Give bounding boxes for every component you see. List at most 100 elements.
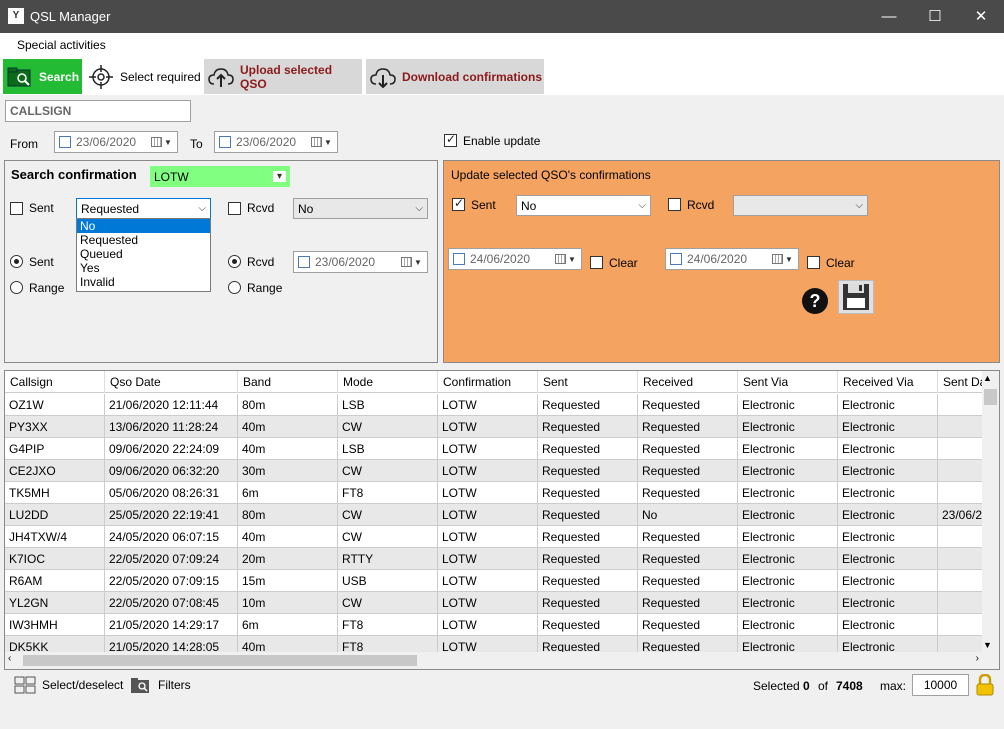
search-rcvd-range-label: Range (247, 281, 283, 295)
dropdown-option-no[interactable]: No (77, 219, 210, 233)
crosshair-icon (88, 64, 114, 90)
table-row[interactable]: PY3XX 13/06/2020 11:28:24 40m CW LOTW Request… (5, 416, 983, 438)
minimize-button[interactable]: — (866, 0, 912, 33)
column-header[interactable]: Band (238, 371, 338, 393)
filters-button[interactable]: Filters (130, 676, 191, 694)
scroll-right-icon[interactable]: › (976, 653, 979, 664)
upload-selected-qso-button[interactable]: Upload selected QSO (204, 59, 362, 94)
search-rcvd-date-checkbox[interactable] (298, 256, 310, 268)
update-date-1-picker[interactable]: 24/06/2020 ▼ (448, 248, 582, 270)
column-header[interactable]: Qso Date (105, 371, 238, 393)
to-label: To (190, 137, 203, 151)
clear-date-2-label: Clear (826, 256, 855, 270)
chevron-down-icon: ⌵ (415, 203, 423, 214)
search-rcvd-date-picker[interactable]: 23/06/2020 ▼ (293, 251, 428, 273)
search-sent-checkbox[interactable] (10, 202, 23, 215)
dropdown-option-yes[interactable]: Yes (77, 261, 210, 275)
from-date-checkbox[interactable] (59, 136, 71, 148)
update-date-2-checkbox[interactable] (670, 253, 682, 265)
table-row[interactable]: JH4TXW/4 24/05/2020 06:07:15 40m CW LOTW Requ… (5, 526, 983, 548)
table-cell: OZ1W (5, 394, 105, 416)
search-sent-radio[interactable] (10, 255, 23, 268)
search-sent-select[interactable]: Requested ⌵ (76, 198, 211, 219)
vertical-scroll-thumb[interactable] (984, 389, 997, 405)
maximize-button[interactable]: ☐ (912, 0, 958, 33)
table-row[interactable]: LU2DD 25/05/2020 22:19:41 80m CW LOTW Request… (5, 504, 983, 526)
save-button[interactable] (838, 280, 874, 314)
chevron-down-icon: ⌵ (855, 200, 863, 211)
to-date-picker[interactable]: 23/06/2020 ▼ (214, 131, 338, 153)
search-sent-range-radio[interactable] (10, 281, 23, 294)
max-results-input[interactable]: 10000 (912, 674, 969, 696)
update-rcvd-checkbox[interactable] (668, 198, 681, 211)
table-row[interactable]: CE2JXO 09/06/2020 06:32:20 30m CW LOTW Reques… (5, 460, 983, 482)
enable-update-checkbox[interactable] (444, 132, 457, 147)
search-rcvd-range-radio[interactable] (228, 281, 241, 294)
column-header[interactable]: Sent Via (738, 371, 838, 393)
chevron-down-icon: ▼ (568, 254, 576, 264)
update-date-1-checkbox[interactable] (453, 253, 465, 265)
close-button[interactable]: ✕ (958, 0, 1004, 33)
vertical-scrollbar[interactable]: ▲ ▼ (982, 371, 999, 652)
of-label: of (818, 679, 829, 693)
column-header[interactable]: Confirmation (438, 371, 538, 393)
table-row[interactable]: K7IOC 22/05/2020 07:09:24 20m RTTY LOTW Reque… (5, 548, 983, 570)
menu-special-activities[interactable]: Special activities (17, 38, 106, 52)
table-cell: 22/05/2020 07:08:45 (105, 592, 238, 614)
horizontal-scrollbar[interactable]: ‹ › (5, 652, 999, 669)
select-deselect-button[interactable]: Select/deselect (14, 676, 123, 694)
table-cell: LOTW (438, 460, 538, 482)
search-button-label: Search (39, 69, 80, 84)
table-cell: LU2DD (5, 504, 105, 526)
confirmation-type-select[interactable]: LOTW ▾ (150, 166, 290, 187)
calendar-icon (311, 137, 322, 147)
column-header[interactable]: Received (638, 371, 738, 393)
column-header[interactable]: Mode (338, 371, 438, 393)
table-cell: 25/05/2020 22:19:41 (105, 504, 238, 526)
table-cell: LOTW (438, 438, 538, 460)
table-cell: FT8 (338, 482, 438, 504)
table-row[interactable]: G4PIP 09/06/2020 22:24:09 40m LSB LOTW Reques… (5, 438, 983, 460)
column-header[interactable]: Received Via (838, 371, 938, 393)
column-header[interactable]: Callsign (5, 371, 105, 393)
to-date-checkbox[interactable] (219, 136, 231, 148)
clear-date-2-checkbox[interactable] (807, 256, 820, 269)
table-cell: 15m (238, 570, 338, 592)
from-date-picker[interactable]: 23/06/2020 ▼ (54, 131, 178, 153)
callsign-input[interactable]: CALLSIGN (5, 100, 191, 122)
dropdown-option-invalid[interactable]: Invalid (77, 275, 210, 289)
lock-icon[interactable] (976, 673, 994, 699)
update-rcvd-label: Rcvd (687, 198, 715, 212)
table-cell: TK5MH (5, 482, 105, 504)
select-required-button[interactable]: Select required (84, 59, 202, 94)
table-row[interactable]: IW3HMH 21/05/2020 14:29:17 6m FT8 LOTW Reques… (5, 614, 983, 636)
confirmation-type-value: LOTW (154, 169, 189, 184)
table-row[interactable]: R6AM 22/05/2020 07:09:15 15m USB LOTW Request… (5, 570, 983, 592)
search-rcvd-radio[interactable] (228, 255, 241, 268)
search-rcvd-checkbox[interactable] (228, 202, 241, 215)
scroll-down-icon[interactable]: ▼ (983, 640, 992, 650)
table-row[interactable]: TK5MH 05/06/2020 08:26:31 6m FT8 LOTW Request… (5, 482, 983, 504)
column-header[interactable]: Sent (538, 371, 638, 393)
table-cell: Electronic (738, 614, 838, 636)
horizontal-scroll-thumb[interactable] (23, 655, 417, 666)
update-sent-select[interactable]: No ⌵ (516, 195, 651, 216)
scroll-left-icon[interactable]: ‹ (8, 653, 11, 664)
clear-date-1-checkbox[interactable] (590, 256, 603, 269)
update-sent-checkbox[interactable] (452, 196, 465, 211)
scroll-up-icon[interactable]: ▲ (983, 373, 992, 383)
help-icon[interactable]: ? (802, 288, 828, 314)
table-cell: Electronic (738, 526, 838, 548)
table-row[interactable]: YL2GN 22/05/2020 07:08:45 10m CW LOTW Request… (5, 592, 983, 614)
update-date-2-picker[interactable]: 24/06/2020 ▼ (665, 248, 799, 270)
search-rcvd-select[interactable]: No ⌵ (293, 198, 428, 219)
column-header[interactable]: Sent Date (938, 371, 983, 393)
search-button[interactable]: Search (3, 59, 82, 94)
download-confirmations-button[interactable]: Download confirmations (366, 59, 544, 94)
table-row[interactable]: OZ1W 21/06/2020 12:11:44 80m LSB LOTW Request… (5, 394, 983, 416)
dropdown-option-queued[interactable]: Queued (77, 247, 210, 261)
table-cell: Electronic (838, 504, 938, 526)
table-cell: LOTW (438, 592, 538, 614)
dropdown-option-requested[interactable]: Requested (77, 233, 210, 247)
update-rcvd-select[interactable]: ⌵ (733, 195, 868, 216)
